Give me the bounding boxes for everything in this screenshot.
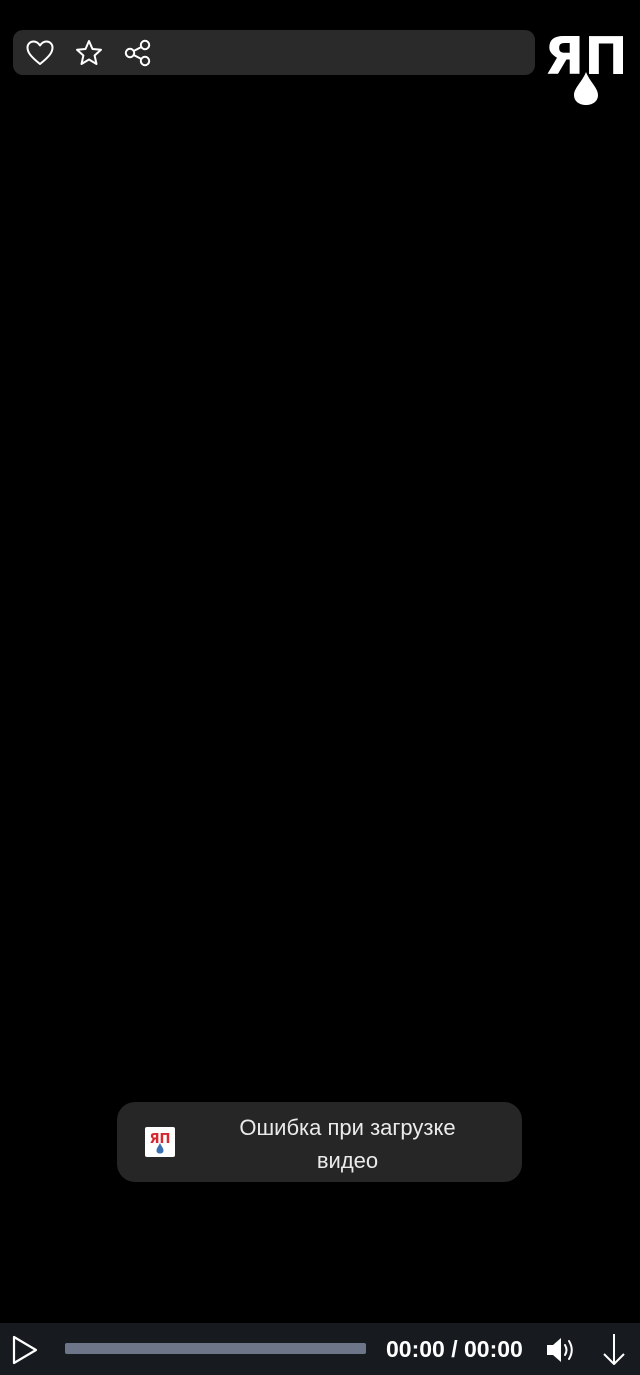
progress-bar[interactable]	[65, 1343, 366, 1354]
like-button[interactable]	[23, 36, 57, 70]
error-toast: ЯП Ошибка при загрузке видео	[117, 1102, 522, 1182]
video-player-page: ЯП ЯП Ошибка при загрузке видео 00:00 / …	[0, 0, 640, 1375]
play-button[interactable]	[10, 1334, 40, 1366]
download-button[interactable]	[600, 1331, 628, 1369]
site-logo[interactable]: ЯП	[544, 27, 628, 106]
top-action-bar	[13, 30, 535, 75]
favorite-button[interactable]	[72, 36, 106, 70]
play-icon	[12, 1335, 38, 1365]
app-logo-icon: ЯП	[145, 1127, 175, 1157]
share-button[interactable]	[121, 36, 155, 70]
toast-message: Ошибка при загрузке видео	[239, 1115, 456, 1173]
volume-button[interactable]	[544, 1334, 580, 1366]
heart-icon	[26, 40, 54, 65]
time-display: 00:00 / 00:00	[386, 1336, 523, 1362]
star-icon	[76, 39, 102, 65]
volume-icon	[547, 1338, 573, 1362]
share-icon	[124, 39, 151, 66]
logo-mark: ЯП	[544, 27, 628, 105]
player-controls: 00:00 / 00:00	[0, 1323, 640, 1375]
download-icon	[603, 1334, 625, 1365]
